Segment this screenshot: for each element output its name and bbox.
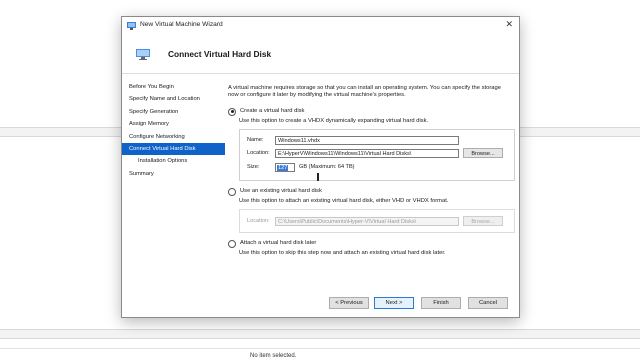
vhd-size-value: 127 [277, 165, 289, 171]
hyperv-manager-icon [127, 22, 136, 30]
previous-button[interactable]: < Previous [329, 297, 369, 309]
finish-button[interactable]: Finish [421, 297, 461, 309]
create-vhd-label: Create a virtual hard disk [240, 107, 305, 114]
create-vhd-radio[interactable] [228, 107, 236, 116]
existing-vhd-label: Use an existing virtual hard disk [240, 187, 322, 194]
location-label: Location: [247, 150, 270, 156]
wizard-steps: Before You Begin Specify Name and Locati… [122, 81, 225, 180]
wizard-window: New Virtual Machine Wizard ✕ Connect Vir… [121, 16, 520, 318]
next-button[interactable]: Next > [374, 297, 414, 309]
create-vhd-option[interactable]: Create a virtual hard disk [228, 107, 304, 116]
vhd-name-input[interactable]: Windows11.vhdx [275, 136, 459, 145]
vhd-size-input[interactable]: 127 [275, 163, 295, 172]
virtual-disk-icon [136, 49, 150, 60]
step-assign-memory[interactable]: Assign Memory [122, 118, 225, 130]
step-specify-name-location[interactable]: Specify Name and Location [122, 93, 225, 105]
background-panel-divider [0, 329, 640, 339]
vhd-location-input[interactable]: E:\HyperV\Windows11\Windows11\Virtual Ha… [275, 149, 459, 158]
wizard-header: Connect Virtual Hard Disk [122, 35, 519, 74]
existing-vhd-group: Location: C:\Users\Public\Documents\Hype… [239, 209, 515, 233]
existing-location-label: Location: [247, 218, 270, 224]
attach-later-label: Attach a virtual hard disk later [240, 239, 317, 246]
attach-later-description: Use this option to skip this step now an… [239, 250, 446, 256]
existing-location-input[interactable]: C:\Users\Public\Documents\Hyper-V\Virtua… [275, 217, 459, 226]
size-suffix: GB (Maximum: 64 TB) [299, 164, 355, 170]
close-button[interactable]: ✕ [505, 19, 513, 30]
existing-browse-button[interactable]: Browse... [463, 216, 503, 226]
intro-text: A virtual machine requires storage so th… [228, 85, 501, 99]
existing-vhd-option[interactable]: Use an existing virtual hard disk [228, 187, 322, 196]
size-label: Size: [247, 164, 260, 170]
step-connect-virtual-hard-disk[interactable]: Connect Virtual Hard Disk [122, 142, 225, 156]
step-installation-options[interactable]: Installation Options [122, 155, 225, 167]
attach-later-option[interactable]: Attach a virtual hard disk later [228, 239, 316, 248]
window-title: New Virtual Machine Wizard [140, 21, 223, 28]
attach-later-radio[interactable] [228, 239, 236, 248]
page-title: Connect Virtual Hard Disk [168, 49, 272, 59]
step-specify-generation[interactable]: Specify Generation [122, 106, 225, 118]
step-before-you-begin[interactable]: Before You Begin [122, 81, 225, 93]
step-summary[interactable]: Summary [122, 168, 225, 180]
status-text: No item selected. [250, 353, 297, 359]
name-label: Name: [247, 137, 264, 143]
browse-button[interactable]: Browse... [463, 148, 503, 158]
background-status-bar: No item selected. [0, 348, 640, 361]
existing-vhd-description: Use this option to attach an existing vi… [239, 198, 449, 204]
step-configure-networking[interactable]: Configure Networking [122, 131, 225, 143]
title-bar: New Virtual Machine Wizard ✕ [122, 17, 519, 35]
cancel-button[interactable]: Cancel [468, 297, 508, 309]
text-cursor-icon [317, 173, 319, 181]
create-vhd-description: Use this option to create a VHDX dynamic… [239, 118, 429, 124]
existing-vhd-radio[interactable] [228, 187, 236, 196]
create-vhd-group: Name: Windows11.vhdx Location: E:\HyperV… [239, 129, 515, 181]
